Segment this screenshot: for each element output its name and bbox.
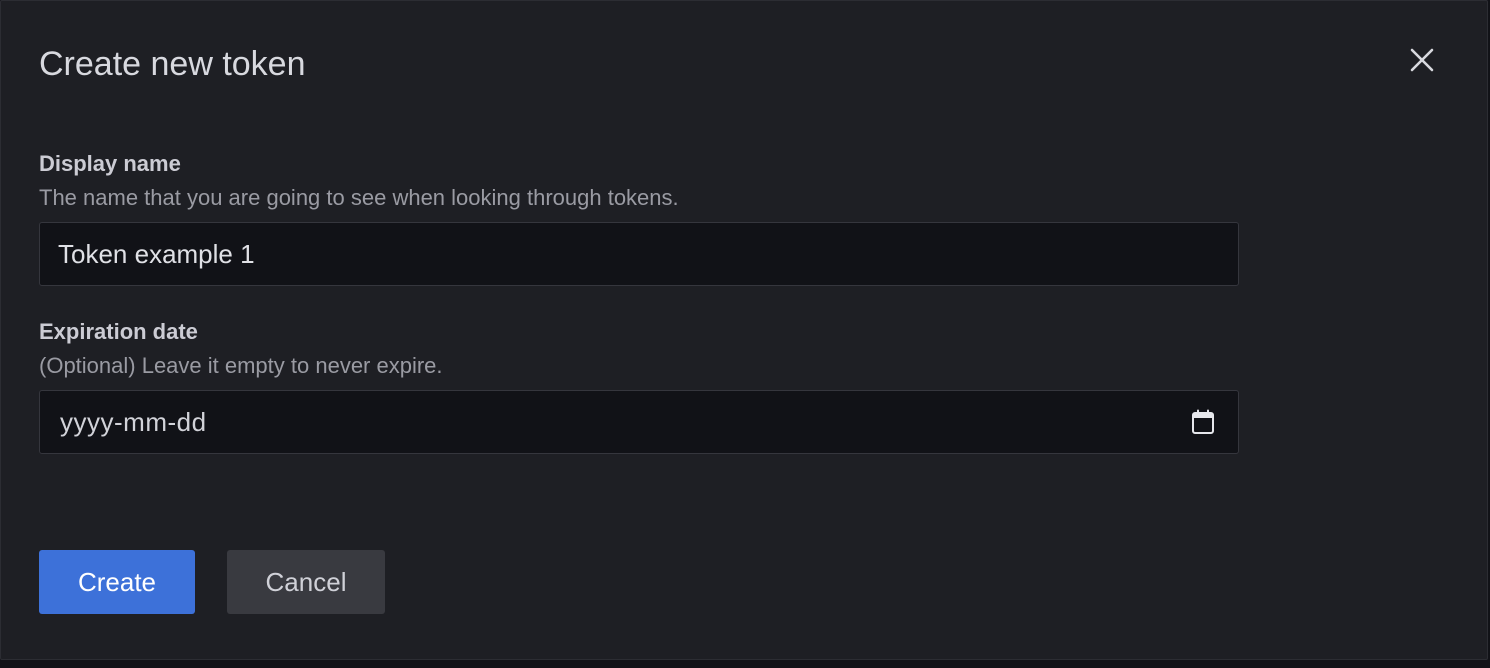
expiration-date-label: Expiration date: [39, 319, 198, 344]
calendar-icon: [1192, 409, 1214, 434]
close-icon: [1410, 48, 1434, 72]
modal-title: Create new token: [39, 45, 306, 83]
expiration-date-input[interactable]: yyyy-mm-dd: [39, 390, 1239, 454]
calendar-picker-button[interactable]: [1188, 407, 1218, 437]
close-button[interactable]: [1401, 39, 1443, 81]
expiration-date-description: (Optional) Leave it empty to never expir…: [39, 353, 443, 378]
date-placeholder: yyyy-mm-dd: [60, 407, 207, 437]
display-name-description: The name that you are going to see when …: [39, 185, 679, 210]
display-name-input[interactable]: [39, 222, 1239, 286]
display-name-label: Display name: [39, 151, 181, 176]
cancel-button[interactable]: Cancel: [227, 550, 385, 614]
create-token-modal: Create new token Display name The name t…: [0, 0, 1488, 660]
create-button[interactable]: Create: [39, 550, 195, 614]
